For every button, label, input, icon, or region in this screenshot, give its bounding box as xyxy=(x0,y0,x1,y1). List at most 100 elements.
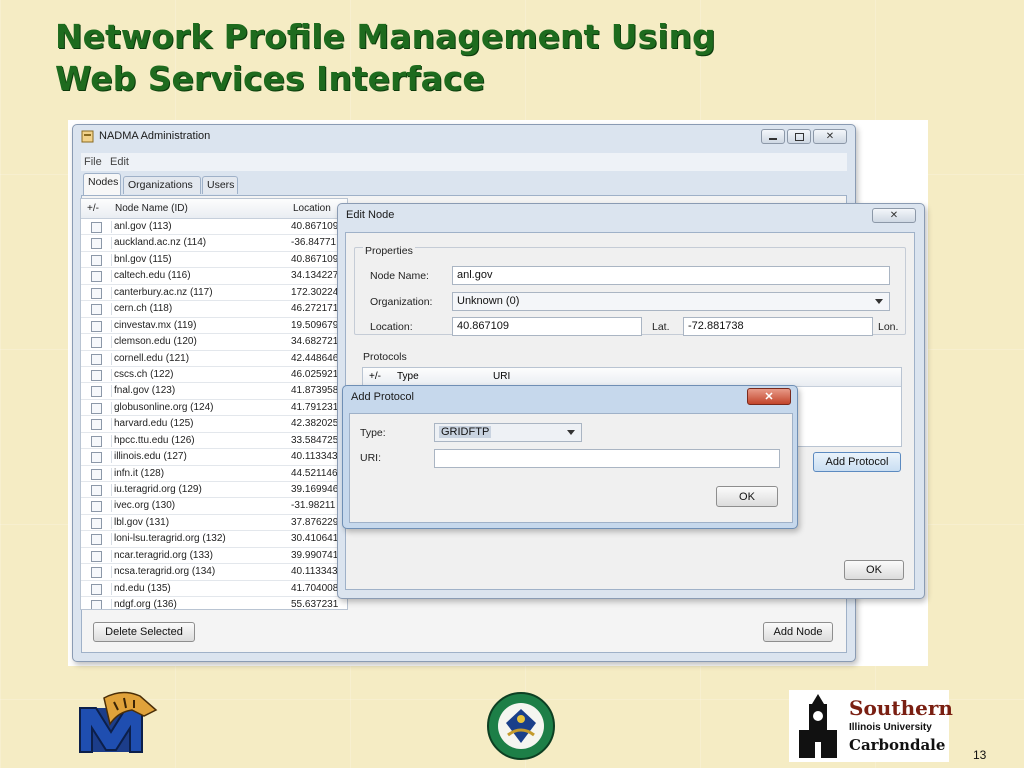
row-checkbox[interactable] xyxy=(91,501,102,513)
table-row[interactable]: ncar.teragrid.org (133) 39.990741 xyxy=(81,548,347,565)
row-checkbox[interactable] xyxy=(91,583,102,595)
row-checkbox[interactable] xyxy=(91,222,102,233)
row-checkbox[interactable] xyxy=(91,320,102,332)
protocol-type-select[interactable]: GRIDFTP xyxy=(434,423,582,442)
row-node-name: hpcc.ttu.edu (126) xyxy=(111,434,292,447)
slide-title: Network Profile Management Using Web Ser… xyxy=(55,16,995,100)
row-node-name: canterbury.ac.nz (117) xyxy=(111,286,292,299)
latitude-field[interactable]: 40.867109 xyxy=(452,317,642,336)
tab-users[interactable]: Users xyxy=(202,176,238,194)
header-toggle[interactable]: +/- xyxy=(87,203,99,214)
title-line-1: Network Profile Management Using xyxy=(55,17,716,56)
tab-strip: Nodes Organizations Users xyxy=(81,173,847,195)
row-checkbox[interactable] xyxy=(91,485,102,496)
row-checkbox[interactable] xyxy=(91,452,102,464)
row-location: 41.791231 xyxy=(291,401,339,413)
row-checkbox[interactable] xyxy=(91,419,102,431)
add-protocol-dialog: Add Protocol ✕ Type: GRIDFTP URI: OK xyxy=(342,385,798,529)
row-checkbox[interactable] xyxy=(91,369,102,381)
tab-nodes[interactable]: Nodes xyxy=(83,173,121,195)
row-location: 172.30224 xyxy=(291,286,339,298)
close-button[interactable]: ✕ xyxy=(813,129,847,144)
row-checkbox[interactable] xyxy=(91,534,102,546)
protocol-header-type[interactable]: Type xyxy=(397,371,419,382)
table-row[interactable]: infn.it (128) 44.521146 xyxy=(81,466,347,482)
add-node-button[interactable]: Add Node xyxy=(763,622,833,642)
table-row[interactable]: fnal.gov (123) 41.873958 xyxy=(81,383,347,400)
table-row[interactable]: loni-lsu.teragrid.org (132) 30.410641 xyxy=(81,531,347,548)
row-checkbox[interactable] xyxy=(91,517,102,529)
table-row[interactable]: nd.edu (135) 41.704008 xyxy=(81,581,347,598)
nadma-title-bar[interactable]: NADMA Administration ✕ xyxy=(73,125,855,149)
header-node-name[interactable]: Node Name (ID) xyxy=(115,203,188,214)
add-protocol-body: Type: GRIDFTP URI: OK xyxy=(349,413,793,523)
header-location[interactable]: Location xyxy=(293,203,331,214)
organization-label: Organization: xyxy=(370,296,433,308)
row-checkbox[interactable] xyxy=(91,435,102,447)
row-node-name: cern.ch (118) xyxy=(111,303,292,316)
table-row[interactable]: cscs.ch (122) 46.025921 xyxy=(81,367,347,384)
row-location: 39.169946 xyxy=(291,484,339,495)
row-checkbox[interactable] xyxy=(91,600,102,609)
table-row[interactable]: iu.teragrid.org (129) 39.169946 xyxy=(81,482,347,499)
node-name-field[interactable]: anl.gov xyxy=(452,266,890,285)
siu-line-1: Southern xyxy=(849,696,953,720)
row-checkbox[interactable] xyxy=(91,468,102,480)
table-row[interactable]: auckland.ac.nz (114) -36.84771 xyxy=(81,235,347,252)
longitude-field[interactable]: -72.881738 xyxy=(683,317,873,336)
row-node-name: fnal.gov (123) xyxy=(111,385,292,398)
organization-select[interactable]: Unknown (0) xyxy=(452,292,890,311)
edit-node-title: Edit Node xyxy=(346,209,395,221)
close-icon: ✕ xyxy=(764,391,774,403)
protocol-header-toggle[interactable]: +/- xyxy=(369,371,381,382)
protocol-header-uri[interactable]: URI xyxy=(493,371,510,382)
row-node-name: illinois.edu (127) xyxy=(111,451,292,464)
row-location: 42.382025 xyxy=(291,418,339,430)
add-protocol-ok-button[interactable]: OK xyxy=(716,486,778,507)
table-row[interactable]: cornell.edu (121) 42.448646 xyxy=(81,351,347,367)
row-location: 40.867109 xyxy=(291,221,339,232)
uri-field[interactable] xyxy=(434,449,780,468)
title-line-2: Web Services Interface xyxy=(55,59,485,98)
edit-node-title-bar[interactable]: Edit Node ✕ xyxy=(338,204,924,228)
table-row[interactable]: lbl.gov (131) 37.876229 xyxy=(81,515,347,532)
table-row[interactable]: harvard.edu (125) 42.382025 xyxy=(81,416,347,433)
edit-node-close-button[interactable]: ✕ xyxy=(872,208,916,223)
table-row[interactable]: caltech.edu (116) 34.134227 xyxy=(81,268,347,285)
delete-selected-button[interactable]: Delete Selected xyxy=(93,622,195,642)
table-row[interactable]: bnl.gov (115) 40.867109 xyxy=(81,252,347,269)
menu-edit[interactable]: Edit xyxy=(110,156,129,168)
row-checkbox[interactable] xyxy=(91,254,102,266)
row-checkbox[interactable] xyxy=(91,550,102,562)
add-protocol-close-button[interactable]: ✕ xyxy=(747,388,791,405)
table-row[interactable]: ndgf.org (136) 55.637231 xyxy=(81,597,347,609)
table-row[interactable]: clemson.edu (120) 34.682721 xyxy=(81,334,347,351)
edit-node-ok-button[interactable]: OK xyxy=(844,560,904,580)
maximize-button[interactable] xyxy=(787,129,811,144)
table-row[interactable]: cinvestav.mx (119) 19.509679 xyxy=(81,318,347,335)
row-checkbox[interactable] xyxy=(91,304,102,316)
row-checkbox[interactable] xyxy=(91,238,102,250)
minimize-button[interactable] xyxy=(761,129,785,144)
table-row[interactable]: illinois.edu (127) 40.113343 xyxy=(81,449,347,466)
table-row[interactable]: hpcc.ttu.edu (126) 33.584725 xyxy=(81,433,347,450)
row-location: 40.113343 xyxy=(291,566,338,578)
table-row[interactable]: globusonline.org (124) 41.791231 xyxy=(81,400,347,417)
row-checkbox[interactable] xyxy=(91,337,102,349)
row-checkbox[interactable] xyxy=(91,386,102,398)
table-row[interactable]: canterbury.ac.nz (117) 172.30224 xyxy=(81,285,347,302)
add-protocol-button[interactable]: Add Protocol xyxy=(813,452,901,472)
table-row[interactable]: ivec.org (130) -31.98211 xyxy=(81,498,347,515)
menu-file[interactable]: File xyxy=(84,156,102,168)
table-row[interactable]: ncsa.teragrid.org (134) 40.113343 xyxy=(81,564,347,581)
tab-organizations[interactable]: Organizations xyxy=(123,176,201,194)
row-checkbox[interactable] xyxy=(91,287,102,299)
row-checkbox[interactable] xyxy=(91,353,102,365)
table-row[interactable]: cern.ch (118) 46.272171 xyxy=(81,301,347,318)
add-protocol-title: Add Protocol xyxy=(351,391,414,403)
table-row[interactable]: anl.gov (113) 40.867109 xyxy=(81,219,347,236)
row-checkbox[interactable] xyxy=(91,402,102,414)
row-checkbox[interactable] xyxy=(91,567,102,579)
row-checkbox[interactable] xyxy=(91,271,102,283)
add-protocol-title-bar[interactable]: Add Protocol ✕ xyxy=(343,386,797,410)
